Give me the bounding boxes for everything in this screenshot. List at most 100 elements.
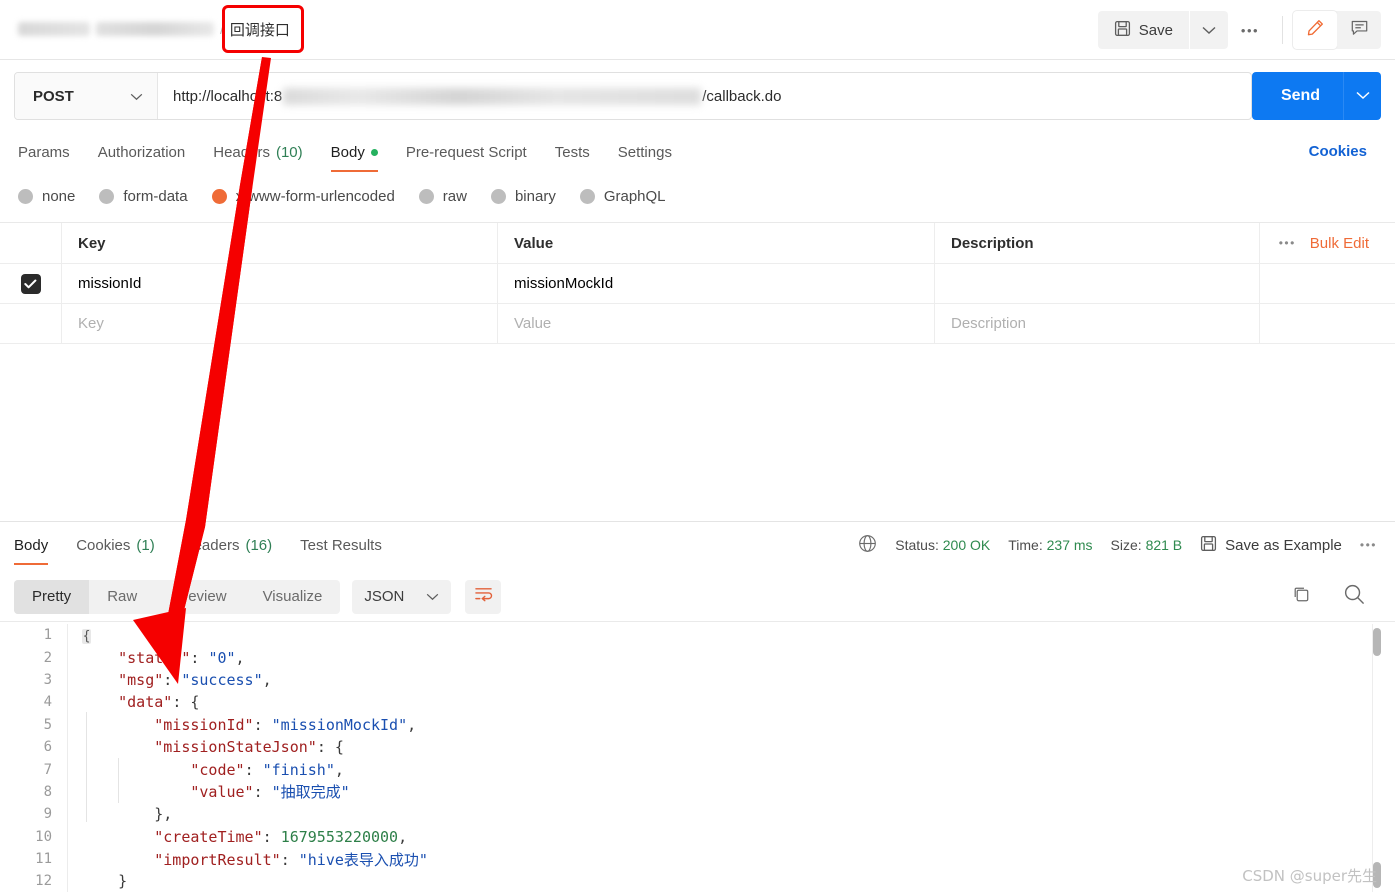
send-button[interactable]: Send [1252, 72, 1381, 120]
response-format-select[interactable]: JSON [352, 579, 452, 614]
code-token-punc: }, [82, 805, 173, 824]
send-options-button[interactable] [1343, 72, 1381, 120]
response-tab-cookies[interactable]: Cookies (1) [62, 528, 169, 562]
body-params-table: Key Value Description ••• Bulk Edit miss… [0, 222, 1395, 344]
code-token-punc: : [262, 827, 281, 846]
code-line-text: "missionId": "missionMockId", [68, 716, 416, 734]
response-tab-headers[interactable]: Headers (16) [169, 528, 286, 562]
response-tab-body[interactable]: Body [14, 528, 62, 565]
table-row[interactable]: missionId missionMockId [0, 264, 1395, 304]
code-token-punc: , [407, 715, 417, 734]
save-as-example-label: Save as Example [1225, 536, 1342, 554]
tab-body[interactable]: Body [317, 135, 392, 172]
body-type-raw[interactable]: raw [418, 188, 467, 205]
row-checkbox-cell [0, 264, 62, 303]
code-token-punc: , [398, 827, 408, 846]
response-tab-test-results[interactable]: Test Results [286, 528, 396, 562]
response-tab-cookies-count: (1) [136, 536, 155, 554]
wrap-lines-button[interactable] [465, 579, 502, 614]
size-label-group: Size: 821 B [1111, 537, 1183, 553]
body-type-binary[interactable]: binary [490, 187, 556, 205]
bulk-edit-button[interactable]: Bulk Edit [1310, 235, 1369, 252]
body-type-graphql[interactable]: GraphQL [579, 187, 666, 205]
code-token-key: "missionId" [154, 715, 254, 734]
code-line: 5 "missionId": "missionMockId", [0, 714, 1395, 736]
tab-params[interactable]: Params [18, 135, 84, 169]
code-line-text: } [68, 872, 127, 890]
body-type-binary-label: binary [514, 187, 556, 205]
watermark: CSDN @super先生 [1242, 867, 1377, 885]
url-prefix: http://localhost:8 [173, 87, 283, 105]
tab-headers-label: Headers [213, 143, 270, 161]
cookies-link[interactable]: Cookies [1309, 134, 1367, 168]
row-key[interactable]: missionId [62, 264, 498, 303]
header-more-button[interactable]: ••• [1228, 11, 1272, 49]
code-token-key: "value" [190, 783, 254, 802]
row-checkbox-checked-icon[interactable] [20, 273, 41, 294]
view-mode-raw[interactable]: Raw [89, 580, 155, 614]
placeholder-key-input[interactable]: Key [62, 304, 498, 343]
view-mode-preview[interactable]: Preview [155, 580, 244, 614]
breadcrumb-current-request[interactable]: 回调接口 [230, 19, 290, 40]
tab-authorization[interactable]: Authorization [84, 135, 200, 169]
globe-icon[interactable] [858, 534, 877, 556]
code-line: 8 "value": "抽取完成" [0, 781, 1395, 803]
code-fold-icon[interactable]: { [82, 629, 91, 645]
row-description[interactable] [935, 264, 1260, 303]
code-token-punc: : [244, 760, 263, 779]
code-line: 2 "status": "0", [0, 646, 1395, 668]
placeholder-description-input[interactable]: Description [935, 304, 1260, 343]
http-method-select[interactable]: POST [15, 73, 158, 119]
code-line-text: "importResult": "hive表导入成功" [68, 849, 428, 870]
code-line-text: "value": "抽取完成" [68, 781, 349, 802]
code-token-key: "msg" [118, 670, 164, 689]
floppy-disk-icon [1114, 20, 1131, 41]
code-line: 6 "missionStateJson": { [0, 736, 1395, 758]
body-type-form-data[interactable]: form-data [99, 188, 188, 205]
code-token-num: 1679553220000 [280, 827, 399, 846]
response-tab-cookies-label: Cookies [76, 536, 131, 554]
code-token-str: "missionMockId" [271, 715, 408, 734]
chevron-down-icon [130, 88, 143, 105]
size-label: Size: [1110, 537, 1142, 553]
response-more-button[interactable]: ••• [1360, 538, 1377, 552]
code-token-punc [82, 828, 154, 846]
table-more-icon[interactable]: ••• [1279, 236, 1296, 250]
code-scrollbar-thumb[interactable] [1373, 628, 1381, 656]
body-type-urlencoded[interactable]: x-www-form-urlencoded [211, 187, 395, 205]
tab-tests[interactable]: Tests [541, 135, 604, 169]
save-as-example-button[interactable]: Save as Example [1200, 535, 1342, 556]
table-placeholder-row[interactable]: Key Value Description [0, 304, 1395, 344]
comment-button[interactable] [1337, 11, 1381, 49]
chevron-down-icon [426, 588, 439, 605]
view-mode-visualize[interactable]: Visualize [245, 580, 341, 614]
copy-icon[interactable] [1291, 584, 1312, 610]
search-icon[interactable] [1342, 582, 1367, 612]
table-header-value: Value [498, 223, 935, 263]
url-suffix: /callback.do [702, 87, 782, 105]
body-type-none[interactable]: none [18, 188, 75, 205]
view-mode-pretty[interactable]: Pretty [14, 579, 90, 614]
tab-headers[interactable]: Headers (10) [199, 135, 316, 169]
floppy-disk-icon [1200, 535, 1217, 556]
tab-tests-label: Tests [554, 143, 590, 161]
code-token-punc: : [253, 715, 272, 734]
body-type-graphql-label: GraphQL [603, 187, 666, 205]
radio-icon [99, 188, 115, 204]
breadcrumb-redacted-folder [96, 22, 214, 36]
row-value[interactable]: missionMockId [498, 264, 935, 303]
tab-settings[interactable]: Settings [604, 135, 686, 169]
code-token-str: "finish" [262, 760, 335, 779]
code-scrollbar[interactable] [1372, 624, 1383, 892]
save-button[interactable]: Save [1097, 11, 1189, 49]
body-type-urlencoded-label: x-www-form-urlencoded [235, 187, 395, 205]
response-body-code-viewer[interactable]: 1{2 "status": "0", 3 "msg": "success", 4 "… [0, 624, 1395, 892]
code-gutter [0, 624, 68, 892]
code-token-punc [82, 693, 118, 711]
tab-pre-request-script[interactable]: Pre-request Script [392, 135, 541, 169]
save-options-button[interactable] [1190, 11, 1228, 49]
edit-mode-button[interactable] [1293, 11, 1337, 49]
url-input[interactable]: http://localhost:8/callback.do [158, 87, 1251, 105]
header-actions: Save ••• [1097, 11, 1381, 49]
placeholder-value-input[interactable]: Value [498, 304, 935, 343]
